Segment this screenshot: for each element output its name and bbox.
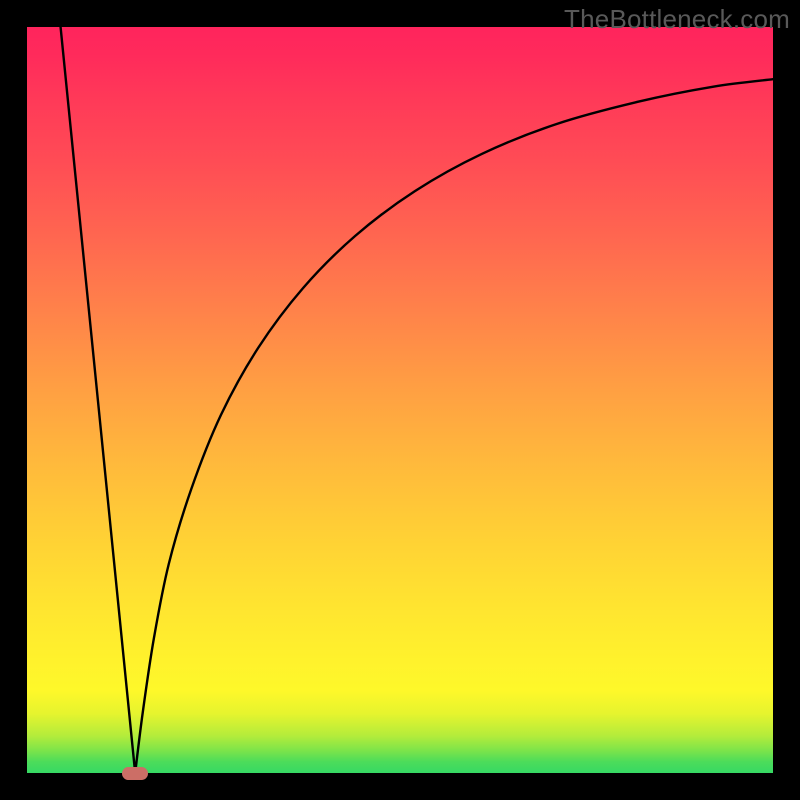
watermark-text: TheBottleneck.com bbox=[564, 4, 790, 35]
bottleneck-curve bbox=[27, 27, 773, 773]
chart-frame: TheBottleneck.com bbox=[0, 0, 800, 800]
optimum-marker bbox=[122, 767, 148, 780]
